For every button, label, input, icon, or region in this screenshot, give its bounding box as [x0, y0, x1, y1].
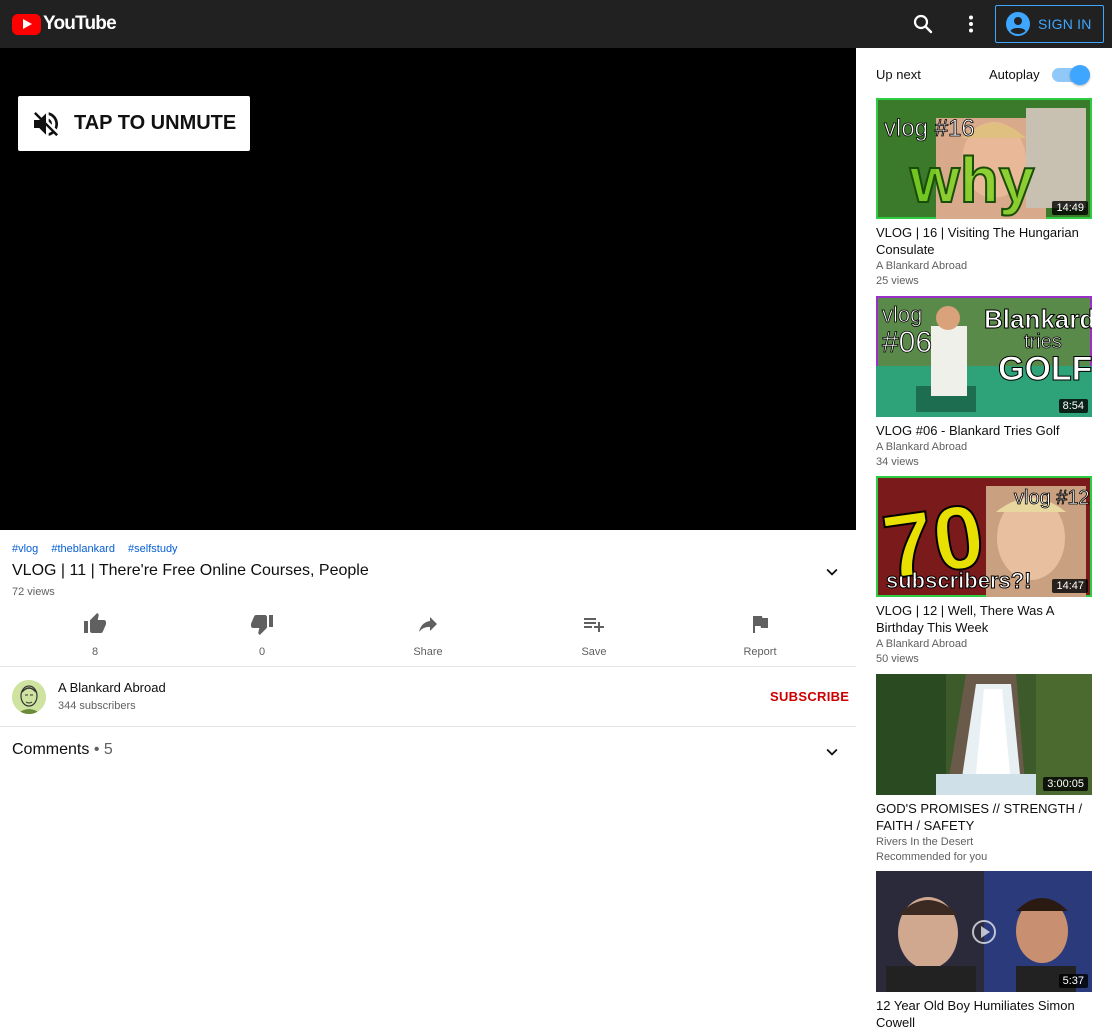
video-card-channel: Rivers In the Desert	[876, 836, 974, 848]
tap-to-unmute-button[interactable]: TAP TO UNMUTE	[18, 96, 250, 151]
comments-header[interactable]: Comments • 5	[12, 741, 113, 759]
hashtags: #vlog #theblankard #selfstudy	[12, 543, 188, 555]
share-label: Share	[413, 646, 443, 658]
hashtag-link[interactable]: #vlog	[12, 543, 38, 555]
more-vert-icon[interactable]	[959, 12, 983, 36]
expand-more-icon[interactable]	[821, 561, 843, 583]
toggle-knob	[1070, 65, 1090, 85]
save-button[interactable]: Save	[554, 610, 634, 658]
video-card-channel: A Blankard Abroad	[876, 441, 968, 453]
volume-off-icon	[34, 111, 58, 136]
video-duration: 3:00:05	[1043, 777, 1088, 791]
expand-more-icon[interactable]	[821, 741, 843, 763]
dislike-button[interactable]: 0	[222, 610, 302, 658]
thumbnail-text: subscribers?!	[886, 568, 1032, 593]
recommended-video-card[interactable]: 5:37 12 Year Old Boy Humiliates Simon Co…	[876, 871, 1092, 1031]
unmute-label: TAP TO UNMUTE	[74, 112, 237, 134]
playlist-add-icon	[584, 618, 604, 632]
thumbnail-text: vlog	[882, 302, 922, 327]
thumbnail-text: why	[909, 144, 1035, 216]
channel-row: A Blankard Abroad 344 subscribers SUBSCR…	[0, 667, 856, 726]
view-count: 72 views	[12, 586, 55, 598]
thumbnail-text: vlog #16	[884, 115, 975, 142]
video-card-title[interactable]: GOD'S PROMISES // STRENGTH / FAITH / SAF…	[876, 800, 1092, 834]
autoplay-toggle[interactable]	[1052, 65, 1092, 85]
video-card-views: 25 views	[876, 275, 919, 287]
video-player[interactable]: TAP TO UNMUTE	[0, 48, 856, 530]
like-count: 8	[91, 646, 99, 658]
video-card-views: 50 views	[876, 653, 919, 665]
channel-name[interactable]: A Blankard Abroad	[58, 680, 166, 695]
video-thumbnail[interactable]: 5:37	[876, 871, 1092, 992]
hashtag-link[interactable]: #theblankard	[51, 543, 115, 555]
video-card-title[interactable]: 12 Year Old Boy Humiliates Simon Cowell	[876, 997, 1092, 1031]
up-next-label: Up next	[876, 67, 921, 82]
channel-avatar[interactable]	[12, 680, 46, 714]
save-label: Save	[581, 646, 607, 658]
share-arrow-icon	[419, 617, 437, 632]
youtube-play-logo-icon	[12, 13, 41, 35]
divider	[0, 726, 856, 727]
thumbnail-text: Blankard	[984, 304, 1092, 334]
subscribe-button[interactable]: SUBSCRIBE	[770, 689, 849, 704]
video-thumbnail[interactable]: 3:00:05	[876, 674, 1092, 795]
recommended-video-card[interactable]: 3:00:05 GOD'S PROMISES // STRENGTH / FAI…	[876, 674, 1092, 865]
report-button[interactable]: Report	[720, 610, 800, 658]
video-card-views: Recommended for you	[876, 851, 988, 863]
channel-avatar-image	[12, 680, 46, 714]
video-thumbnail[interactable]: vlog #16 why 14:49	[876, 98, 1092, 219]
sign-in-label: SIGN IN	[1038, 16, 1092, 32]
video-duration: 14:47	[1052, 579, 1088, 593]
autoplay-label: Autoplay	[989, 67, 1040, 82]
video-card-title[interactable]: VLOG | 16 | Visiting The Hungarian Consu…	[876, 224, 1092, 258]
like-button[interactable]: 8	[55, 610, 135, 658]
thumb-up-icon	[84, 613, 106, 633]
video-thumbnail[interactable]: vlog #06 Blankard tries GOLF 8:54	[876, 296, 1092, 417]
video-duration: 14:49	[1052, 201, 1088, 215]
video-card-title[interactable]: VLOG | 12 | Well, There Was A Birthday T…	[876, 602, 1092, 636]
video-card-title[interactable]: VLOG #06 - Blankard Tries Golf	[876, 422, 1092, 439]
video-card-channel: A Blankard Abroad	[876, 638, 968, 650]
flag-icon	[753, 616, 768, 633]
dislike-count: 0	[258, 646, 266, 658]
hashtag-link[interactable]: #selfstudy	[128, 543, 178, 555]
logo-text: YouTube	[43, 13, 117, 34]
report-label: Report	[743, 646, 777, 658]
video-duration: 5:37	[1058, 974, 1088, 988]
video-duration: 8:54	[1058, 399, 1088, 413]
video-card-channel: A Blankard Abroad	[876, 260, 968, 272]
video-card-views: 34 views	[876, 456, 919, 468]
account-circle-icon	[1006, 12, 1030, 36]
video-title: VLOG | 11 | There're Free Online Courses…	[12, 562, 369, 579]
search-icon[interactable]	[911, 12, 935, 36]
video-thumbnail[interactable]: vlog #12 70 subscribers?! 14:47	[876, 476, 1092, 597]
youtube-logo[interactable]: YouTube	[12, 13, 117, 35]
up-next-sidebar: Up next Autoplay vlog #16 why 14:49 VLOG…	[856, 48, 1112, 1030]
thumbnail-text: vlog #12	[1014, 487, 1090, 509]
video-actions: 8 0 Share Save Report	[0, 610, 856, 666]
thumbnail-text: GOLF	[998, 350, 1092, 388]
comments-separator: •	[93, 741, 100, 758]
comments-count: 5	[103, 741, 113, 758]
sign-in-button[interactable]: SIGN IN	[995, 5, 1104, 43]
recommended-video-card[interactable]: vlog #16 why 14:49 VLOG | 16 | Visiting …	[876, 98, 1092, 289]
recommended-video-card[interactable]: vlog #06 Blankard tries GOLF 8:54 VLOG #…	[876, 296, 1092, 470]
comments-label: Comments	[12, 741, 90, 758]
thumbnail-text: #06	[882, 326, 932, 359]
subscriber-count: 344 subscribers	[58, 700, 136, 712]
top-app-bar: YouTube SIGN IN	[0, 0, 1112, 48]
recommended-video-card[interactable]: vlog #12 70 subscribers?! 14:47 VLOG | 1…	[876, 476, 1092, 667]
thumb-down-icon	[251, 615, 273, 635]
share-button[interactable]: Share	[388, 610, 468, 658]
